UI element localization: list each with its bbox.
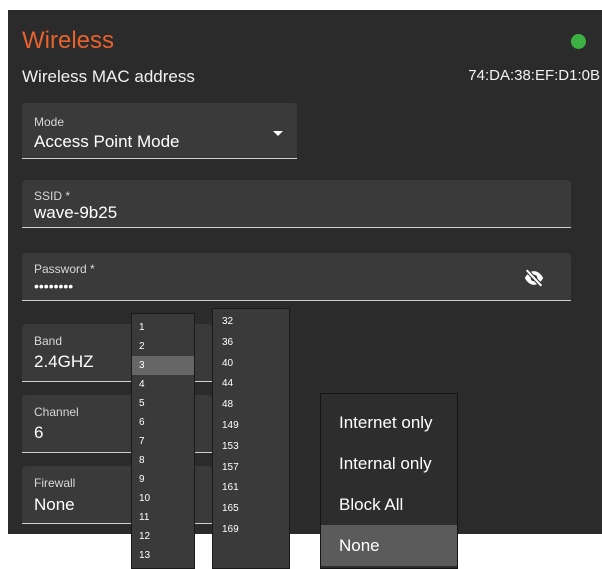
channel-option[interactable]: 5: [132, 394, 194, 413]
mode-label: Mode: [34, 115, 65, 129]
channel-option[interactable]: 6: [132, 413, 194, 432]
channel-option[interactable]: 7: [132, 432, 194, 451]
channel-option[interactable]: 153: [213, 437, 289, 458]
firewall-option-internet-only[interactable]: Internet only: [321, 402, 457, 443]
mac-address-value: 74:DA:38:EF:D1:0B: [468, 67, 600, 84]
channel-option[interactable]: 161: [213, 478, 289, 499]
channel-option[interactable]: 157: [213, 458, 289, 479]
channel-option[interactable]: 48: [213, 395, 289, 416]
channel-option[interactable]: 10: [132, 489, 194, 508]
password-field[interactable]: Password * ••••••••: [22, 253, 571, 301]
channel-option[interactable]: 1: [132, 318, 194, 337]
channel-option[interactable]: 36: [213, 333, 289, 354]
section-title: Wireless: [22, 27, 115, 54]
password-value: ••••••••: [34, 278, 74, 294]
channel-option[interactable]: 9: [132, 470, 194, 489]
ssid-field[interactable]: SSID * wave-9b25: [22, 180, 571, 228]
eye-off-icon[interactable]: [523, 267, 545, 289]
firewall-option-none[interactable]: None: [321, 525, 457, 566]
firewall-option-internal-only[interactable]: Internal only: [321, 443, 457, 484]
firewall-label: Firewall: [34, 476, 76, 490]
channel-option-selected[interactable]: 3: [132, 356, 194, 375]
firewall-value: None: [34, 495, 75, 514]
ssid-label: SSID *: [34, 189, 71, 203]
channel-option[interactable]: 40: [213, 354, 289, 375]
channel-option[interactable]: 169: [213, 520, 289, 541]
ssid-value: wave-9b25: [34, 203, 118, 222]
channel-option[interactable]: 2: [132, 337, 194, 356]
channel-option[interactable]: 4: [132, 375, 194, 394]
mode-value: Access Point Mode: [34, 132, 180, 151]
wireless-panel: Wireless Wireless MAC address 74:DA:38:E…: [8, 10, 602, 534]
channel-option[interactable]: 149: [213, 416, 289, 437]
mode-select[interactable]: Mode Access Point Mode: [22, 103, 297, 159]
channel-option[interactable]: 12: [132, 527, 194, 546]
channel-option[interactable]: 13: [132, 546, 194, 565]
channel-label: Channel: [34, 405, 79, 419]
channel-dropdown-5ghz[interactable]: 32 36 40 44 48 149 153 157 161 165 169: [212, 308, 290, 569]
channel-value: 6: [34, 423, 44, 442]
channel-option[interactable]: 8: [132, 451, 194, 470]
band-value: 2.4GHZ: [34, 352, 94, 371]
channel-option[interactable]: 165: [213, 499, 289, 520]
channel-option[interactable]: 32: [213, 312, 289, 333]
channel-option[interactable]: 11: [132, 508, 194, 527]
band-label: Band: [34, 334, 63, 348]
chevron-down-icon: [273, 131, 283, 136]
password-label: Password *: [34, 262, 95, 276]
firewall-option-block-all[interactable]: Block All: [321, 484, 457, 525]
status-indicator: [571, 34, 586, 49]
channel-dropdown-24ghz[interactable]: 1 2 3 4 5 6 7 8 9 10 11 12 13: [131, 313, 195, 569]
firewall-menu[interactable]: Internet only Internal only Block All No…: [320, 393, 458, 569]
mac-address-label: Wireless MAC address: [22, 67, 195, 86]
channel-option[interactable]: 44: [213, 374, 289, 395]
